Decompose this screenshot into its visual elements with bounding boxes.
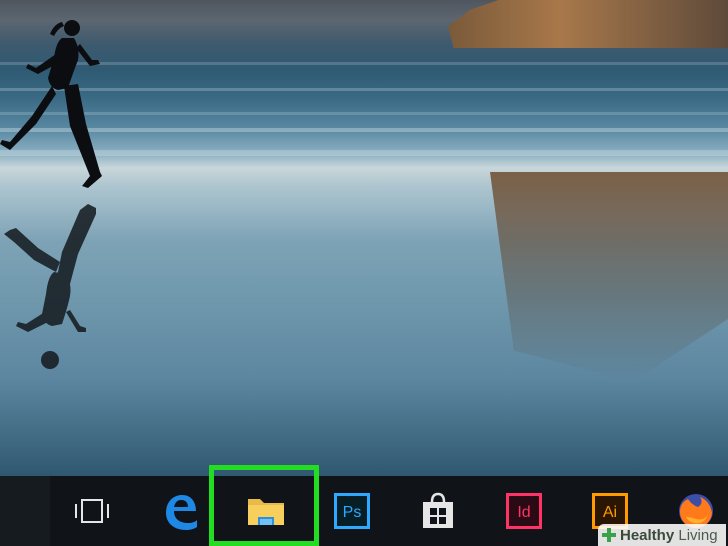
indesign-button[interactable]: Id: [496, 476, 552, 546]
plus-icon: [602, 528, 616, 542]
rock-cliff: [448, 0, 728, 48]
indesign-icon: Id: [506, 493, 542, 529]
edge-icon: [166, 495, 197, 530]
photoshop-icon: Ps: [334, 493, 370, 529]
photoshop-label: Ps: [343, 504, 362, 521]
desktop-wallpaper: [0, 0, 728, 476]
indesign-label: Id: [517, 504, 530, 521]
runner-reflection: [4, 204, 96, 369]
runner-silhouette: [0, 20, 102, 188]
store-button[interactable]: [410, 476, 466, 546]
file-explorer-highlight: [209, 465, 319, 546]
illustrator-label: Ai: [603, 504, 617, 521]
store-icon: [423, 492, 453, 528]
photoshop-button[interactable]: Ps: [324, 476, 380, 546]
cliff-reflection: [490, 172, 728, 382]
edge-button[interactable]: [152, 476, 208, 546]
watermark-text: Healthy Living: [620, 526, 718, 544]
watermark-badge: Healthy Living: [598, 524, 726, 546]
start-button-area[interactable]: [0, 476, 50, 546]
task-view-button[interactable]: [64, 476, 120, 546]
task-view-icon: [75, 499, 109, 523]
